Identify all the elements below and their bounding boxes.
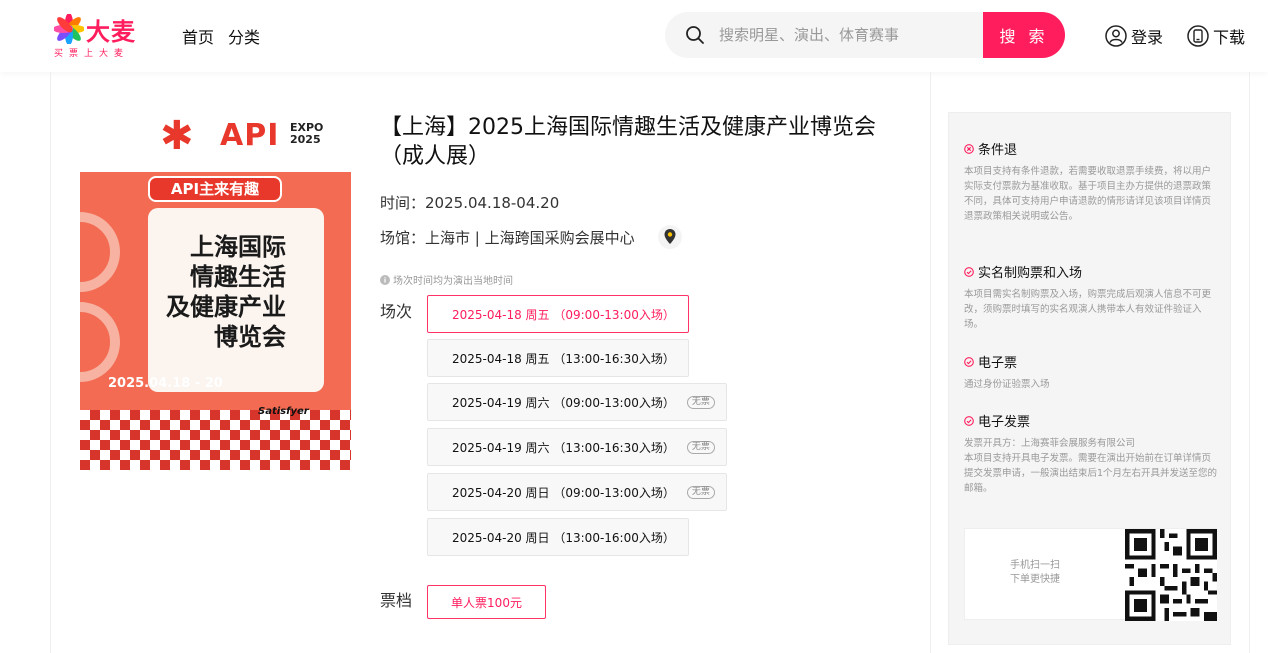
policy-head: 条件退: [964, 139, 1219, 158]
policy-title: 实名制购票和入场: [978, 266, 1083, 281]
flower-logo-icon: [54, 14, 84, 44]
search-icon: [686, 26, 704, 44]
poster-title: 上海国际 情趣生活 及健康产业 博览会: [156, 232, 286, 352]
policy-refund: 条件退 本项目支持有条件退款，若需要收取退票手续费，将以用户实际支付票款为基准收…: [964, 139, 1219, 224]
check-circle-icon: [964, 415, 974, 426]
policy-title: 条件退: [978, 143, 1018, 158]
search-bar: 搜 索: [665, 12, 1065, 58]
top-header: 大麦 买票上大麦 首页 分类 搜 索 登录 下载: [0, 0, 1268, 72]
poster-title-line: 及健康产业: [166, 293, 286, 321]
app-qr-box: 手机扫一扫 下单更快捷: [964, 528, 1217, 621]
poster-api-text: API: [220, 118, 280, 153]
poster-ring: [80, 302, 120, 382]
qr-caption: 手机扫一扫 下单更快捷: [1010, 560, 1060, 585]
check-circle-icon: [964, 356, 974, 367]
policy-desc: 发票开具方：上海赛菲会展服务有限公司 本项目支持开具电子发票。需要在演出开始前在…: [964, 438, 1218, 494]
session-option[interactable]: 2025-04-19 周六 （09:00-13:00入场） 无票: [427, 383, 727, 421]
policy-head: 实名制购票和入场: [964, 262, 1219, 281]
sold-out-badge: 无票: [686, 395, 715, 409]
time-label: 时间：: [380, 194, 426, 212]
event-venue: 场馆： 上海市 | 上海跨国采购会展中心: [380, 224, 683, 250]
search-button[interactable]: 搜 索: [983, 12, 1065, 58]
search-input[interactable]: [719, 12, 979, 58]
login-link[interactable]: 登录: [1105, 24, 1163, 48]
cross-circle-icon: [964, 143, 974, 154]
session-option[interactable]: 2025-04-20 周日 （13:00-16:00入场）: [427, 518, 689, 556]
column-divider: [930, 72, 931, 653]
download-label: 下载: [1213, 28, 1246, 47]
event-title: 【上海】2025上海国际情趣生活及健康产业博览会（成人展）: [380, 115, 876, 169]
poster-title-line: 情趣生活: [190, 263, 286, 291]
download-link[interactable]: 下载: [1187, 24, 1245, 48]
policy-desc: 通过身份证验票入场: [964, 379, 1050, 390]
sold-out-badge: 无票: [686, 440, 715, 454]
phone-icon: [1187, 25, 1209, 47]
poster-title-line: 博览会: [214, 323, 286, 351]
policy-head: 电子发票: [964, 411, 1219, 430]
asterisk-icon: ✱: [160, 113, 194, 159]
poster-title-line: 上海国际: [190, 233, 286, 261]
session-text: 2025-04-18 周五 （13:00-16:30入场）: [452, 351, 675, 366]
poster-ring: [80, 212, 120, 292]
venue-value: 上海市 | 上海跨国采购会展中心: [425, 228, 635, 247]
poster-brand: Satisfyer: [258, 406, 309, 417]
policy-title: 电子发票: [978, 415, 1031, 430]
tier-label: 票档: [380, 591, 413, 610]
poster-checker-pattern: [80, 410, 351, 470]
session-text: 2025-04-19 周六 （09:00-13:00入场）: [452, 395, 675, 410]
session-option[interactable]: 2025-04-19 周六 （13:00-16:30入场） 无票: [427, 428, 727, 466]
logo-text: 大麦: [86, 18, 136, 46]
policy-head: 电子票: [964, 352, 1219, 371]
damai-logo[interactable]: 大麦 买票上大麦: [54, 12, 144, 60]
logo-slogan: 买票上大麦: [54, 49, 130, 59]
policy-title: 电子票: [978, 356, 1018, 371]
qr-code-icon: [1125, 529, 1217, 621]
poster-date: 2025.04.18 - 20: [108, 376, 223, 391]
session-option[interactable]: 2025-04-18 周五 （09:00-13:00入场）: [427, 295, 689, 333]
session-option[interactable]: 2025-04-18 周五 （13:00-16:30入场）: [427, 339, 689, 377]
session-text: 2025-04-19 周六 （13:00-16:30入场）: [452, 440, 675, 455]
session-option[interactable]: 2025-04-20 周日 （09:00-13:00入场） 无票: [427, 473, 727, 511]
sold-out-badge: 无票: [686, 485, 715, 499]
poster-expo-text: EXPO 2025: [290, 122, 323, 146]
event-poster: ✱ API EXPO 2025 API主来有趣 上海国际 情趣生活 及健康产业 …: [80, 112, 351, 470]
time-value: 2025.04.18-04.20: [425, 194, 560, 212]
info-icon: [380, 274, 390, 285]
policy-desc: 本项目支持有条件退款，若需要收取退票手续费，将以用户实际支付票款为基准收取。基于…: [964, 166, 1212, 222]
map-pin-icon[interactable]: [657, 224, 683, 250]
policy-realname: 实名制购票和入场 本项目需实名制购票及入场，购票完成后观演人信息不可更改，须购票…: [964, 262, 1219, 332]
session-text: 2025-04-18 周五 （09:00-13:00入场）: [452, 307, 675, 322]
nav-home[interactable]: 首页: [182, 24, 214, 48]
check-circle-icon: [964, 266, 974, 277]
policy-einvoice: 电子发票 发票开具方：上海赛菲会展服务有限公司 本项目支持开具电子发票。需要在演…: [964, 411, 1219, 496]
event-time: 时间：2025.04.18-04.20: [380, 192, 559, 213]
policy-eticket: 电子票 通过身份证验票入场: [964, 352, 1219, 392]
poster-year: 2025: [290, 133, 321, 146]
timezone-note: 场次时间均为演出当地时间: [380, 272, 513, 287]
timezone-note-text: 场次时间均为演出当地时间: [393, 276, 513, 287]
session-text: 2025-04-20 周日 （09:00-13:00入场）: [452, 485, 675, 500]
session-label: 场次: [380, 302, 413, 321]
ticket-tier-option[interactable]: 单人票100元: [427, 585, 546, 619]
poster-tagline: API主来有趣: [148, 176, 282, 202]
nav-category[interactable]: 分类: [228, 24, 260, 48]
policy-desc: 本项目需实名制购票及入场，购票完成后观演人信息不可更改，须购票时填写的实名观演人…: [964, 289, 1212, 330]
main-nav: 首页 分类: [182, 24, 260, 48]
venue-label: 场馆：: [380, 228, 426, 247]
login-label: 登录: [1131, 28, 1164, 47]
session-text: 2025-04-20 周日 （13:00-16:00入场）: [452, 530, 675, 545]
user-icon: [1105, 25, 1127, 47]
